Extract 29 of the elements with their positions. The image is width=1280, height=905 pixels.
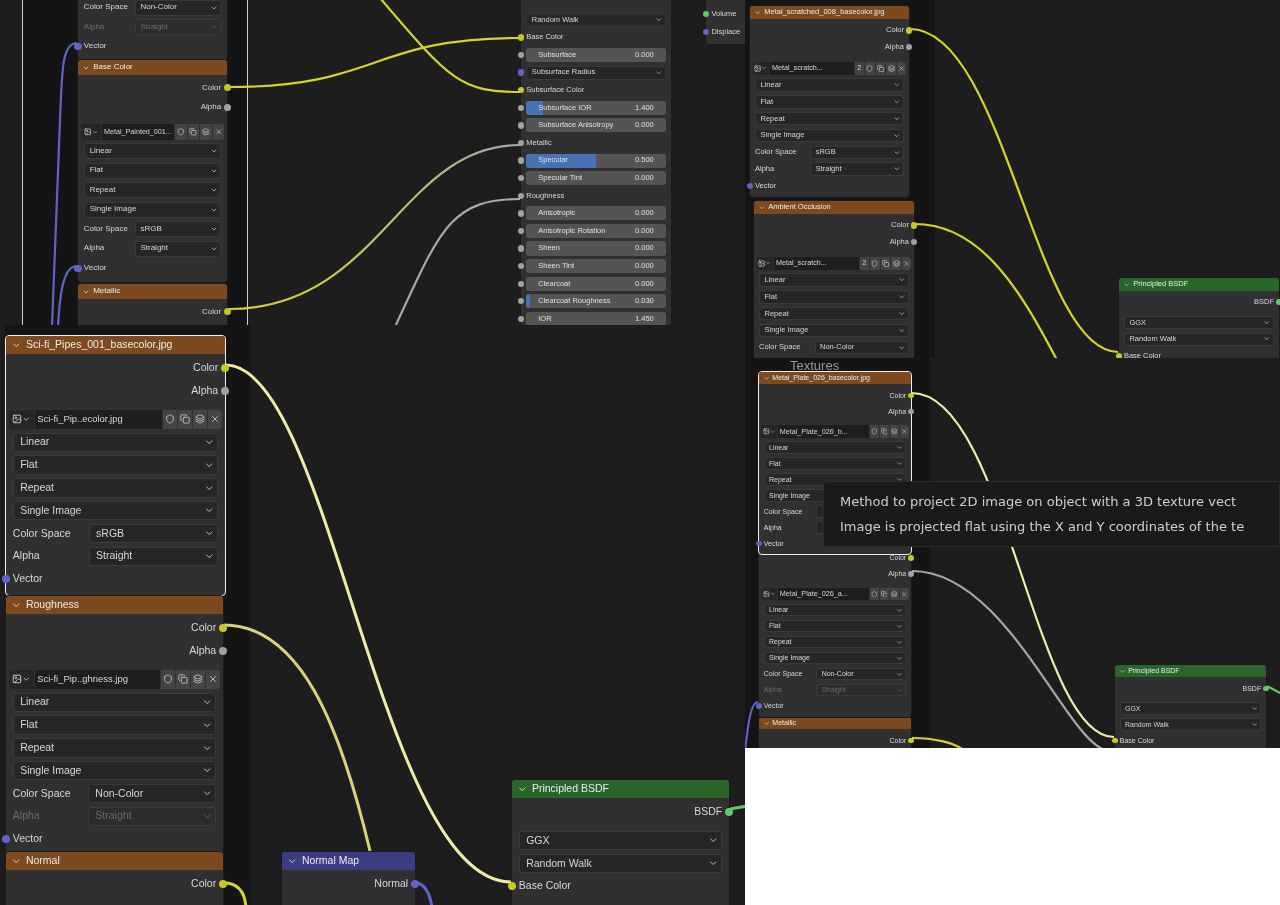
- socket-label: Vector: [83, 263, 107, 273]
- node-title: Sci-fi_Pipes_001_basecolor.jpg: [25, 339, 173, 351]
- socket-label: Color: [202, 307, 222, 317]
- socket-label: Vector: [12, 573, 43, 585]
- node-title: Base Color: [93, 63, 133, 72]
- field-label: Alpha: [12, 550, 41, 562]
- field-label: Color Space: [83, 3, 129, 13]
- node-title: Metallic: [93, 287, 121, 296]
- socket-label: Alpha: [200, 103, 222, 112]
- node-title: Roughness: [25, 599, 80, 611]
- node-title: Normal: [25, 855, 60, 867]
- node-title: Principled BSDF: [531, 783, 609, 795]
- socket-label: Vector: [83, 42, 107, 52]
- node-title: Normal Map: [301, 855, 360, 867]
- socket-label: BSDF: [694, 806, 723, 818]
- socket-label: Base Color: [518, 880, 571, 893]
- socket-label: Vector: [12, 833, 43, 845]
- field-label: Alpha: [83, 244, 106, 254]
- socket-label: Normal: [374, 878, 409, 890]
- field-label: Color Space: [12, 527, 72, 540]
- field-label: Color Space: [83, 224, 129, 234]
- socket-label: Alpha: [191, 385, 219, 397]
- socket-label: Color: [191, 878, 217, 890]
- field-label: Alpha: [12, 810, 41, 822]
- field-label: Color Space: [12, 787, 72, 800]
- socket-label: Color: [202, 83, 222, 93]
- socket-label: Alpha: [189, 645, 217, 657]
- socket-label: Color: [191, 622, 217, 634]
- socket-label: Color: [193, 362, 219, 374]
